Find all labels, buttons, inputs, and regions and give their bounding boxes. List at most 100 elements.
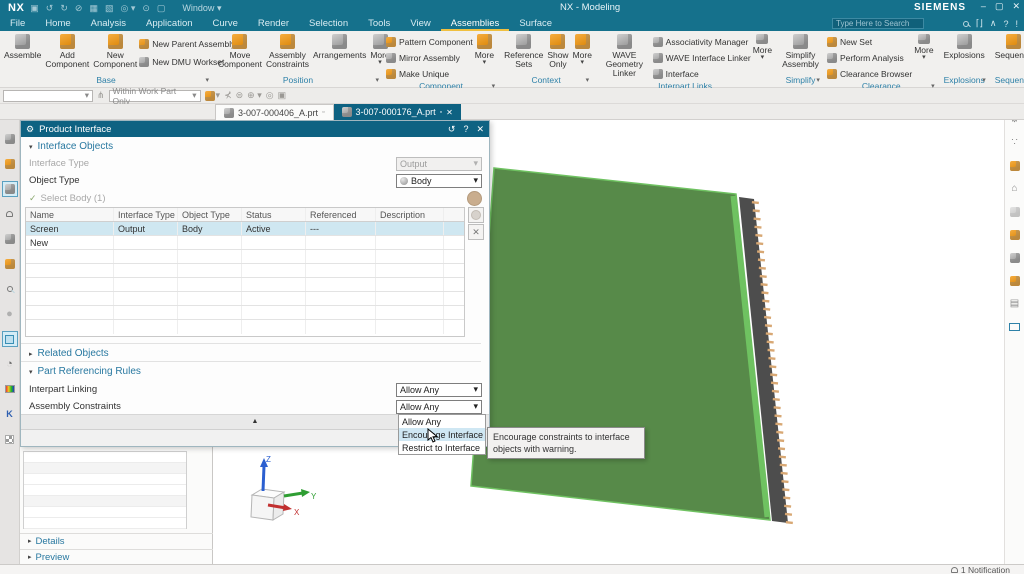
part-referencing-rules-section[interactable]: ▾ Part Referencing Rules (21, 361, 481, 380)
clearance-browser-button[interactable]: Clearance Browser (827, 67, 912, 81)
table-row-screen[interactable]: Screen Output Body Active --- (26, 222, 464, 236)
interpart-linking-combo[interactable]: Allow Any ▾ (396, 383, 482, 397)
redo-icon[interactable]: ↻ (60, 3, 68, 14)
table-row[interactable] (26, 320, 464, 334)
move-component-button[interactable]: Move Component (216, 33, 264, 70)
copy-icon[interactable]: ▦ (89, 3, 98, 14)
dialog-reset-icon[interactable]: ↺ (448, 124, 456, 135)
clearance-more-button[interactable]: More ▾ (912, 33, 935, 62)
selection-rect-icon[interactable] (1007, 319, 1022, 334)
menu-selection[interactable]: Selection (299, 17, 358, 31)
close-tab-icon[interactable]: ✕ (446, 108, 453, 117)
arrangements-button[interactable]: Arrangements (311, 33, 368, 61)
make-unique-button[interactable]: Make Unique (386, 67, 473, 81)
sphere-icon[interactable]: ● (2, 306, 18, 322)
wave-interface-linker-button[interactable]: WAVE Interface Linker (653, 51, 751, 65)
snap-option-2-icon[interactable]: ⊜ (236, 90, 244, 101)
interface-objects-table[interactable]: Name Interface Type Object Type Status R… (25, 207, 465, 337)
object-type-combo[interactable]: Body ▾ (396, 174, 482, 188)
add-component-button[interactable]: Add Component (43, 33, 91, 70)
explosions-button[interactable]: Explosions (942, 33, 987, 61)
command-search-input[interactable]: Type Here to Search (832, 18, 924, 29)
details-section-header[interactable]: ▸ Details (20, 533, 213, 548)
alerts-bell-icon[interactable] (2, 206, 18, 222)
fullscreen-icon[interactable]: ⌈⌋ (976, 18, 983, 29)
simplify-assembly-button[interactable]: Simplify Assembly (780, 33, 821, 70)
tree-row[interactable] (24, 463, 186, 474)
dialog-close-icon[interactable]: ✕ (476, 124, 484, 135)
chevron-down-icon[interactable]: ▾ (982, 76, 986, 84)
minimize-button[interactable]: – (981, 1, 986, 12)
home-view-icon[interactable]: ⌂ (1007, 181, 1022, 196)
tree-row[interactable] (24, 474, 186, 485)
table-row[interactable] (26, 292, 464, 306)
remove-row-button[interactable]: ✕ (468, 224, 484, 240)
preview-section-header[interactable]: ▸ Preview (20, 549, 213, 564)
associativity-manager-button[interactable]: Associativity Manager (653, 35, 751, 49)
wave-geometry-linker-button[interactable]: WAVE Geometry Linker (596, 33, 653, 79)
table-row[interactable] (26, 250, 464, 264)
show-only-button[interactable]: Show Only (545, 33, 570, 70)
history-clock-icon[interactable]: ◔ (2, 356, 18, 372)
component-more-button[interactable]: More ▾ (473, 33, 496, 67)
menu-application[interactable]: Application (136, 17, 202, 31)
menu-view[interactable]: View (400, 17, 440, 31)
pattern-component-button[interactable]: Pattern Component (386, 35, 473, 49)
touch-mode-icon[interactable]: ◎ ▾ (120, 3, 135, 14)
web-browser-icon[interactable] (2, 331, 18, 347)
assemble-button[interactable]: Assemble (2, 33, 43, 61)
add-component-tool-icon[interactable] (1007, 273, 1022, 288)
menu-surface[interactable]: Surface (509, 17, 562, 31)
notes-icon[interactable]: ▤ (1007, 296, 1022, 311)
filter-icon[interactable]: ⋔ (97, 90, 105, 101)
snap-point-dropdown[interactable]: ▾ (205, 90, 221, 101)
new-component-button[interactable]: New Component (91, 33, 139, 70)
chevron-down-icon[interactable]: ▾ (205, 76, 209, 84)
window-switch-icon[interactable]: ▢ (157, 3, 166, 14)
menu-assemblies[interactable]: Assemblies (441, 17, 510, 31)
assembly-constraints-button[interactable]: Assembly Constraints (264, 33, 311, 70)
table-row[interactable] (26, 278, 464, 292)
menu-render[interactable]: Render (248, 17, 299, 31)
part-tab-000176[interactable]: 3-007-000176_A.prt ▫ ✕ (334, 104, 461, 120)
reuse-library-icon[interactable] (2, 231, 18, 247)
mic-icon[interactable]: ⊙ (142, 3, 150, 14)
part-navigator-icon[interactable] (2, 181, 18, 197)
layers-icon[interactable] (1007, 227, 1022, 242)
assembly-constraints-combo[interactable]: Allow Any ▾ (396, 400, 482, 414)
close-button[interactable]: ✕ (1012, 1, 1020, 12)
palette-icon[interactable] (2, 381, 18, 397)
part-tab-000406[interactable]: 3-007-000406_A.prt ▫ (215, 104, 334, 120)
assembly-navigator-icon[interactable] (2, 131, 18, 147)
alert-icon[interactable]: ! (1015, 19, 1018, 29)
annotation-icon[interactable]: K (2, 406, 18, 422)
tree-row[interactable] (24, 452, 186, 463)
interface-button[interactable]: Interface (653, 67, 751, 81)
option-restrict-to-interface[interactable]: Restrict to Interface (399, 441, 485, 454)
menu-curve[interactable]: Curve (203, 17, 248, 31)
help-icon[interactable]: ? (1003, 19, 1008, 29)
option-encourage-interface[interactable]: Encourage Interface (399, 428, 485, 441)
paste-icon[interactable]: ▧ (105, 3, 114, 14)
sequence-button[interactable]: Sequence (993, 33, 1024, 61)
undo-icon[interactable]: ↺ (46, 3, 54, 14)
tree-row[interactable] (24, 507, 186, 518)
menu-tools[interactable]: Tools (358, 17, 400, 31)
tree-row[interactable] (24, 496, 186, 507)
table-row[interactable] (26, 264, 464, 278)
hide-component-icon[interactable] (1007, 204, 1022, 219)
interpart-more-button[interactable]: More ▾ (751, 33, 774, 62)
related-objects-section[interactable]: ▸ Related Objects (21, 343, 481, 362)
snap-option-1-icon[interactable]: ⊀ (224, 90, 232, 101)
dialog-help-icon[interactable]: ? (463, 124, 468, 135)
chevron-down-icon[interactable]: ▾ (586, 76, 590, 84)
mirror-tool-icon[interactable] (1007, 250, 1022, 265)
sketch-tools-icon[interactable] (2, 256, 18, 272)
selection-scope-combo[interactable]: Within Work Part Only▾ (109, 90, 201, 102)
cut-icon[interactable]: ⊘ (75, 3, 83, 14)
tree-row[interactable] (24, 518, 186, 529)
window-menu[interactable]: Window ▾ (182, 3, 221, 14)
perform-analysis-button[interactable]: Perform Analysis (827, 51, 912, 65)
explosions-tool-icon[interactable]: ∵ (1007, 135, 1022, 150)
table-row-new[interactable]: New (26, 236, 464, 250)
